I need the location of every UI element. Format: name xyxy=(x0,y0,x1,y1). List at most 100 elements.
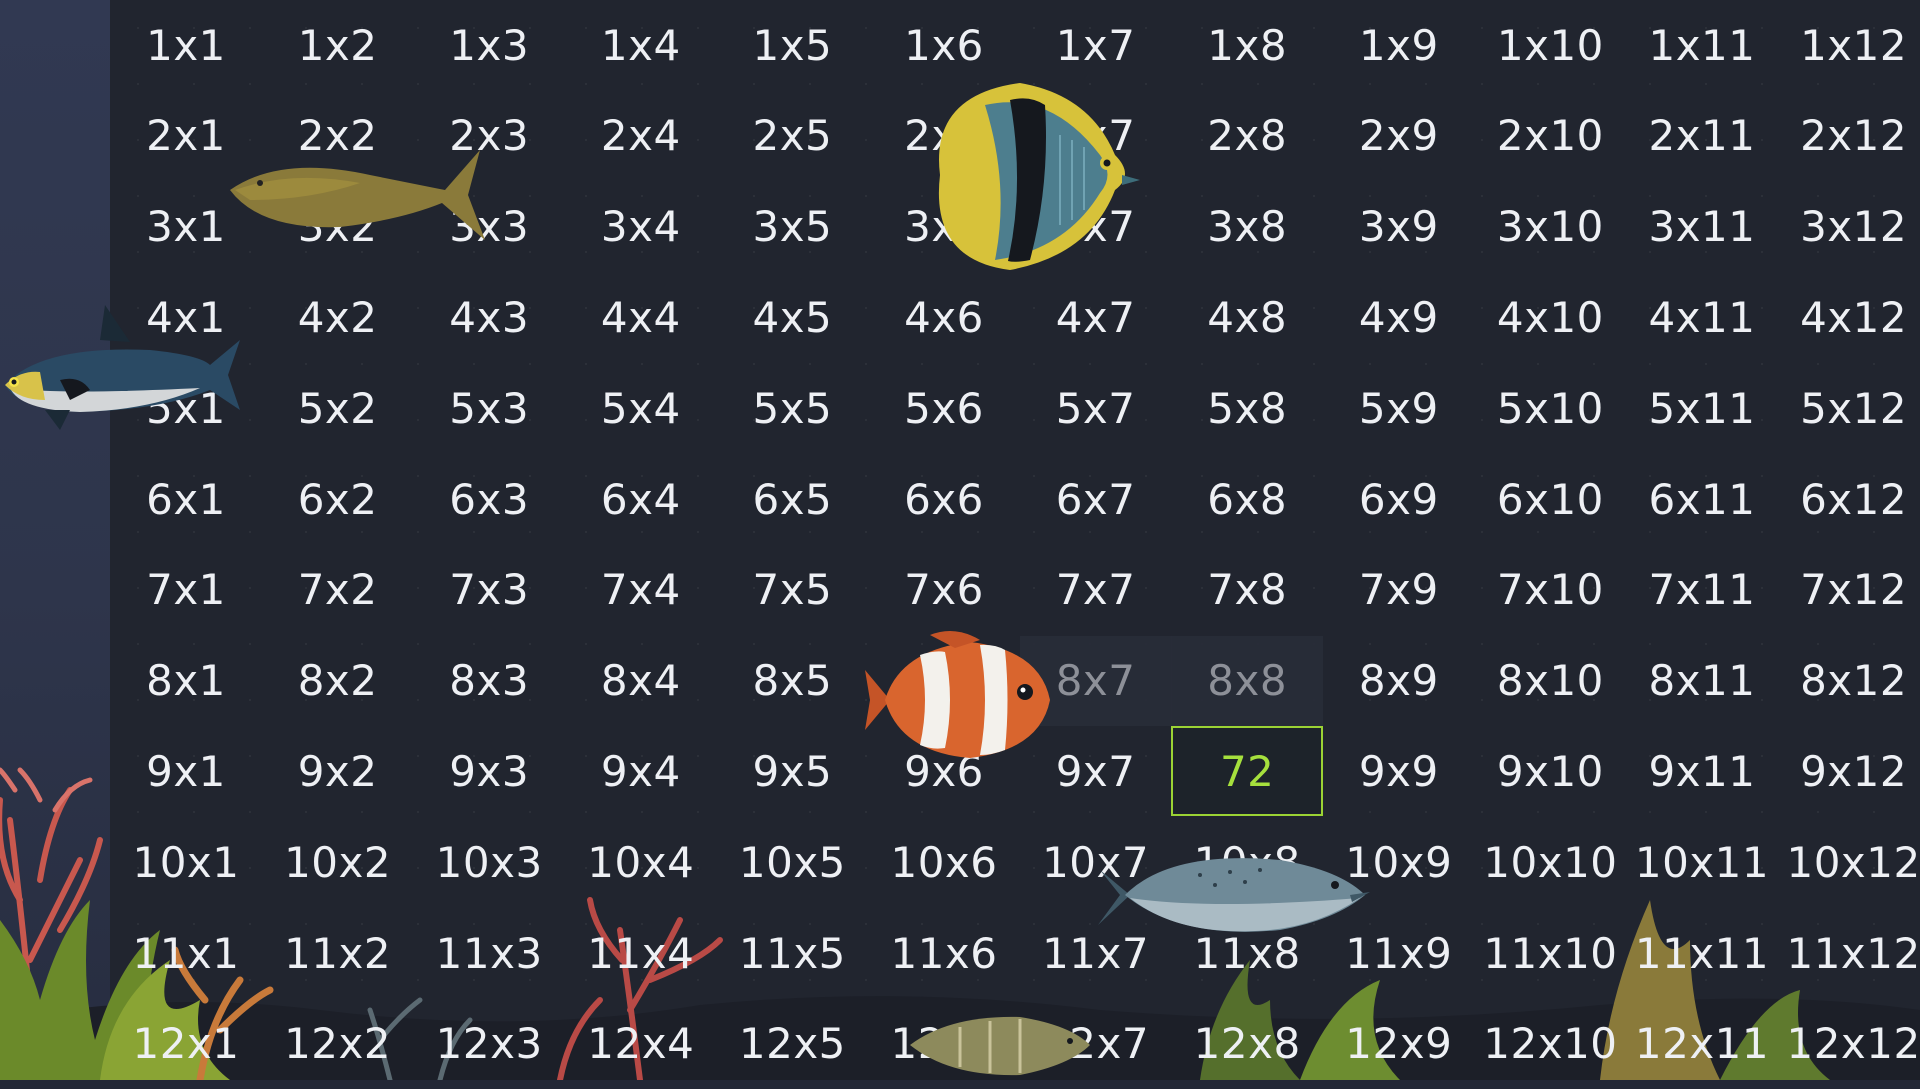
cell-3x1[interactable]: 3x1 xyxy=(110,182,262,272)
cell-4x3[interactable]: 4x3 xyxy=(413,272,565,362)
cell-2x4[interactable]: 2x4 xyxy=(565,91,717,181)
cell-5x12[interactable]: 5x12 xyxy=(1778,363,1920,453)
cell-11x11[interactable]: 11x11 xyxy=(1626,908,1778,998)
cell-6x3[interactable]: 6x3 xyxy=(413,454,565,544)
cell-7x7[interactable]: 7x7 xyxy=(1020,545,1172,635)
cell-11x12[interactable]: 11x12 xyxy=(1778,908,1920,998)
cell-1x4[interactable]: 1x4 xyxy=(565,0,717,90)
cell-1x11[interactable]: 1x11 xyxy=(1626,0,1778,90)
cell-5x4[interactable]: 5x4 xyxy=(565,363,717,453)
cell-7x2[interactable]: 7x2 xyxy=(262,545,414,635)
cell-2x7[interactable]: 2x7 xyxy=(1020,91,1172,181)
cell-5x1[interactable]: 5x1 xyxy=(110,363,262,453)
cell-3x7[interactable]: 3x7 xyxy=(1020,182,1172,272)
cell-8x8[interactable]: 8x8 xyxy=(1171,635,1324,726)
cell-10x2[interactable]: 10x2 xyxy=(262,817,414,907)
cell-8x9[interactable]: 8x9 xyxy=(1323,636,1475,726)
answer-cell-9x8[interactable]: 72 xyxy=(1171,726,1324,817)
cell-2x10[interactable]: 2x10 xyxy=(1474,91,1626,181)
cell-6x4[interactable]: 6x4 xyxy=(565,454,717,544)
cell-12x6[interactable]: 12x6 xyxy=(868,999,1020,1089)
cell-3x5[interactable]: 3x5 xyxy=(716,182,868,272)
cell-8x6[interactable]: 8x6 xyxy=(868,636,1020,726)
cell-10x9[interactable]: 10x9 xyxy=(1323,817,1475,907)
cell-3x10[interactable]: 3x10 xyxy=(1474,182,1626,272)
cell-7x10[interactable]: 7x10 xyxy=(1474,545,1626,635)
cell-7x3[interactable]: 7x3 xyxy=(413,545,565,635)
cell-2x5[interactable]: 2x5 xyxy=(716,91,868,181)
cell-12x5[interactable]: 12x5 xyxy=(716,999,868,1089)
cell-6x1[interactable]: 6x1 xyxy=(110,454,262,544)
cell-2x2[interactable]: 2x2 xyxy=(262,91,414,181)
cell-5x5[interactable]: 5x5 xyxy=(716,363,868,453)
cell-11x1[interactable]: 11x1 xyxy=(110,908,262,998)
cell-2x11[interactable]: 2x11 xyxy=(1626,91,1778,181)
cell-12x1[interactable]: 12x1 xyxy=(110,999,262,1089)
cell-1x3[interactable]: 1x3 xyxy=(413,0,565,90)
cell-1x9[interactable]: 1x9 xyxy=(1323,0,1475,90)
cell-12x12[interactable]: 12x12 xyxy=(1778,999,1920,1089)
cell-9x9[interactable]: 9x9 xyxy=(1323,726,1475,816)
cell-12x8[interactable]: 12x8 xyxy=(1171,999,1323,1089)
cell-8x2[interactable]: 8x2 xyxy=(262,636,414,726)
cell-2x6[interactable]: 2x6 xyxy=(868,91,1020,181)
cell-9x5[interactable]: 9x5 xyxy=(716,726,868,816)
cell-4x9[interactable]: 4x9 xyxy=(1323,272,1475,362)
cell-4x11[interactable]: 4x11 xyxy=(1626,272,1778,362)
cell-3x9[interactable]: 3x9 xyxy=(1323,182,1475,272)
cell-7x1[interactable]: 7x1 xyxy=(110,545,262,635)
cell-11x4[interactable]: 11x4 xyxy=(565,908,717,998)
cell-10x1[interactable]: 10x1 xyxy=(110,817,262,907)
cell-10x6[interactable]: 10x6 xyxy=(868,817,1020,907)
cell-6x12[interactable]: 6x12 xyxy=(1778,454,1920,544)
cell-10x12[interactable]: 10x12 xyxy=(1778,817,1920,907)
cell-5x7[interactable]: 5x7 xyxy=(1020,363,1172,453)
cell-7x11[interactable]: 7x11 xyxy=(1626,545,1778,635)
cell-1x8[interactable]: 1x8 xyxy=(1171,0,1323,90)
cell-8x7[interactable]: 8x7 xyxy=(1019,635,1172,726)
cell-4x12[interactable]: 4x12 xyxy=(1778,272,1920,362)
cell-10x3[interactable]: 10x3 xyxy=(413,817,565,907)
cell-8x5[interactable]: 8x5 xyxy=(716,636,868,726)
cell-9x6[interactable]: 9x6 xyxy=(868,726,1020,816)
cell-10x11[interactable]: 10x11 xyxy=(1626,817,1778,907)
cell-7x12[interactable]: 7x12 xyxy=(1778,545,1920,635)
cell-11x3[interactable]: 11x3 xyxy=(413,908,565,998)
cell-3x2[interactable]: 3x2 xyxy=(262,182,414,272)
cell-1x6[interactable]: 1x6 xyxy=(868,0,1020,90)
cell-2x3[interactable]: 2x3 xyxy=(413,91,565,181)
cell-12x2[interactable]: 12x2 xyxy=(262,999,414,1089)
cell-9x2[interactable]: 9x2 xyxy=(262,726,414,816)
cell-12x3[interactable]: 12x3 xyxy=(413,999,565,1089)
cell-9x7[interactable]: 9x7 xyxy=(1020,726,1172,816)
cell-2x9[interactable]: 2x9 xyxy=(1323,91,1475,181)
cell-4x8[interactable]: 4x8 xyxy=(1171,272,1323,362)
cell-9x1[interactable]: 9x1 xyxy=(110,726,262,816)
cell-11x9[interactable]: 11x9 xyxy=(1323,908,1475,998)
cell-7x4[interactable]: 7x4 xyxy=(565,545,717,635)
cell-10x5[interactable]: 10x5 xyxy=(716,817,868,907)
cell-8x10[interactable]: 8x10 xyxy=(1474,636,1626,726)
cell-11x8[interactable]: 11x8 xyxy=(1171,908,1323,998)
cell-9x10[interactable]: 9x10 xyxy=(1474,726,1626,816)
cell-6x9[interactable]: 6x9 xyxy=(1323,454,1475,544)
cell-6x2[interactable]: 6x2 xyxy=(262,454,414,544)
cell-5x10[interactable]: 5x10 xyxy=(1474,363,1626,453)
cell-11x6[interactable]: 11x6 xyxy=(868,908,1020,998)
cell-4x4[interactable]: 4x4 xyxy=(565,272,717,362)
cell-8x4[interactable]: 8x4 xyxy=(565,636,717,726)
cell-8x11[interactable]: 8x11 xyxy=(1626,636,1778,726)
cell-9x11[interactable]: 9x11 xyxy=(1626,726,1778,816)
cell-1x10[interactable]: 1x10 xyxy=(1474,0,1626,90)
cell-5x8[interactable]: 5x8 xyxy=(1171,363,1323,453)
cell-1x12[interactable]: 1x12 xyxy=(1778,0,1920,90)
cell-3x4[interactable]: 3x4 xyxy=(565,182,717,272)
cell-4x1[interactable]: 4x1 xyxy=(110,272,262,362)
cell-5x3[interactable]: 5x3 xyxy=(413,363,565,453)
cell-7x6[interactable]: 7x6 xyxy=(868,545,1020,635)
cell-4x6[interactable]: 4x6 xyxy=(868,272,1020,362)
cell-1x5[interactable]: 1x5 xyxy=(716,0,868,90)
cell-3x8[interactable]: 3x8 xyxy=(1171,182,1323,272)
cell-4x7[interactable]: 4x7 xyxy=(1020,272,1172,362)
cell-11x7[interactable]: 11x7 xyxy=(1020,908,1172,998)
